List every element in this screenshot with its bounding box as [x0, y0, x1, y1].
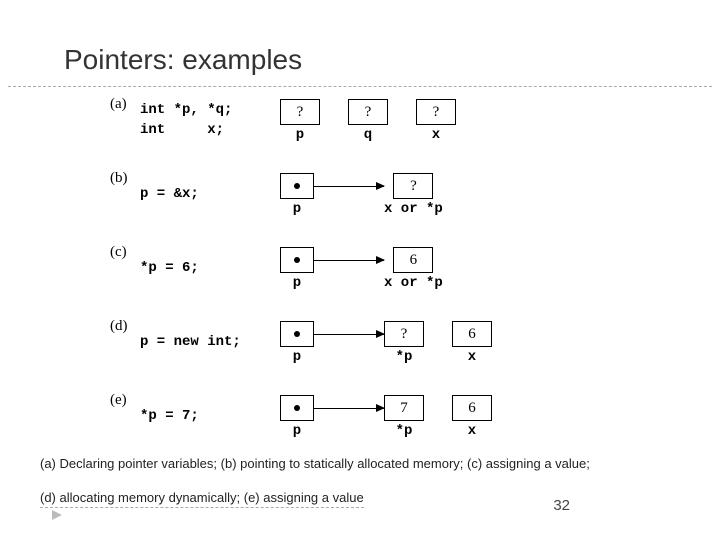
value-box: ?	[280, 99, 320, 125]
diagram-cell: p	[280, 247, 314, 291]
example-row: (b)p = &x; p? x or *p	[110, 166, 630, 224]
row-code: *p = 6;	[140, 259, 280, 279]
cell-label: x or *p	[384, 275, 443, 291]
row-letter: (e)	[110, 388, 140, 409]
diagram-cell: ?p	[280, 99, 320, 143]
examples-area: (a)int *p, *q; int x;?p?q?x(b)p = &x;p?x…	[110, 92, 630, 462]
divider	[8, 86, 712, 87]
row-diagram: p7*p6x	[280, 395, 630, 439]
cell-label: p	[293, 275, 301, 291]
diagram-cell: ? *p	[384, 321, 424, 365]
row-code: p = new int;	[140, 333, 280, 353]
row-diagram: p?*p6x	[280, 321, 630, 365]
diagram-cell: p	[280, 395, 314, 439]
cell-label: *p	[396, 349, 413, 365]
diagram-cell: 6x	[452, 321, 492, 365]
cell-label: x or *p	[384, 201, 443, 217]
pointer-box	[280, 247, 314, 273]
pointer-box	[280, 395, 314, 421]
cell-label: p	[296, 127, 304, 143]
arrow-icon	[314, 334, 384, 335]
value-box: ?	[348, 99, 388, 125]
row-letter: (a)	[110, 92, 140, 113]
arrow-icon	[314, 260, 384, 261]
cell-label: p	[293, 201, 301, 217]
diagram-cell: p	[280, 173, 314, 217]
bullet-icon	[52, 510, 62, 520]
value-box: ?	[416, 99, 456, 125]
example-row: (a)int *p, *q; int x;?p?q?x	[110, 92, 630, 150]
value-box: ?	[384, 321, 424, 347]
cell-label: *p	[396, 423, 413, 439]
diagram-cell: 6x	[452, 395, 492, 439]
cell-label: p	[293, 423, 301, 439]
row-code: int *p, *q; int x;	[140, 101, 280, 140]
caption-line-2: (d) allocating memory dynamically; (e) a…	[40, 490, 364, 508]
diagram-cell: ?q	[348, 99, 388, 143]
dot-icon	[294, 257, 300, 263]
pointer-box	[280, 173, 314, 199]
diagram-cell: p	[280, 321, 314, 365]
value-box: ?	[393, 173, 433, 199]
caption-line-1: (a) Declaring pointer variables; (b) poi…	[40, 456, 590, 471]
dot-icon	[294, 331, 300, 337]
diagram-cell: 7 *p	[384, 395, 424, 439]
row-letter: (c)	[110, 240, 140, 261]
row-letter: (d)	[110, 314, 140, 335]
row-code: *p = 7;	[140, 407, 280, 427]
page-title: Pointers: examples	[64, 44, 302, 76]
dot-icon	[294, 183, 300, 189]
example-row: (d)p = new int;p?*p6x	[110, 314, 630, 372]
arrow-icon	[314, 408, 384, 409]
cell-label: x	[432, 127, 440, 143]
row-letter: (b)	[110, 166, 140, 187]
diagram-cell: ? x or *p	[384, 173, 443, 217]
cell-label: q	[364, 127, 372, 143]
caption-line-2-text: (d) allocating memory dynamically; (e) a…	[40, 490, 364, 508]
diagram-cell: ?x	[416, 99, 456, 143]
row-diagram: p? x or *p	[280, 173, 630, 217]
value-box: 6	[452, 321, 492, 347]
value-box: 6	[452, 395, 492, 421]
row-diagram: ?p?q?x	[280, 99, 630, 143]
value-box: 6	[393, 247, 433, 273]
diagram-cell: 6 x or *p	[384, 247, 443, 291]
cell-label: x	[468, 423, 476, 439]
cell-label: p	[293, 349, 301, 365]
dot-icon	[294, 405, 300, 411]
row-diagram: p 6 x or *p	[280, 247, 630, 291]
cell-label: x	[468, 349, 476, 365]
row-code: p = &x;	[140, 185, 280, 205]
page-number: 32	[553, 497, 570, 514]
value-box: 7	[384, 395, 424, 421]
example-row: (c)*p = 6; p 6 x or *p	[110, 240, 630, 298]
pointer-box	[280, 321, 314, 347]
arrow-icon	[314, 186, 384, 187]
example-row: (e)*p = 7;p7*p6x	[110, 388, 630, 446]
